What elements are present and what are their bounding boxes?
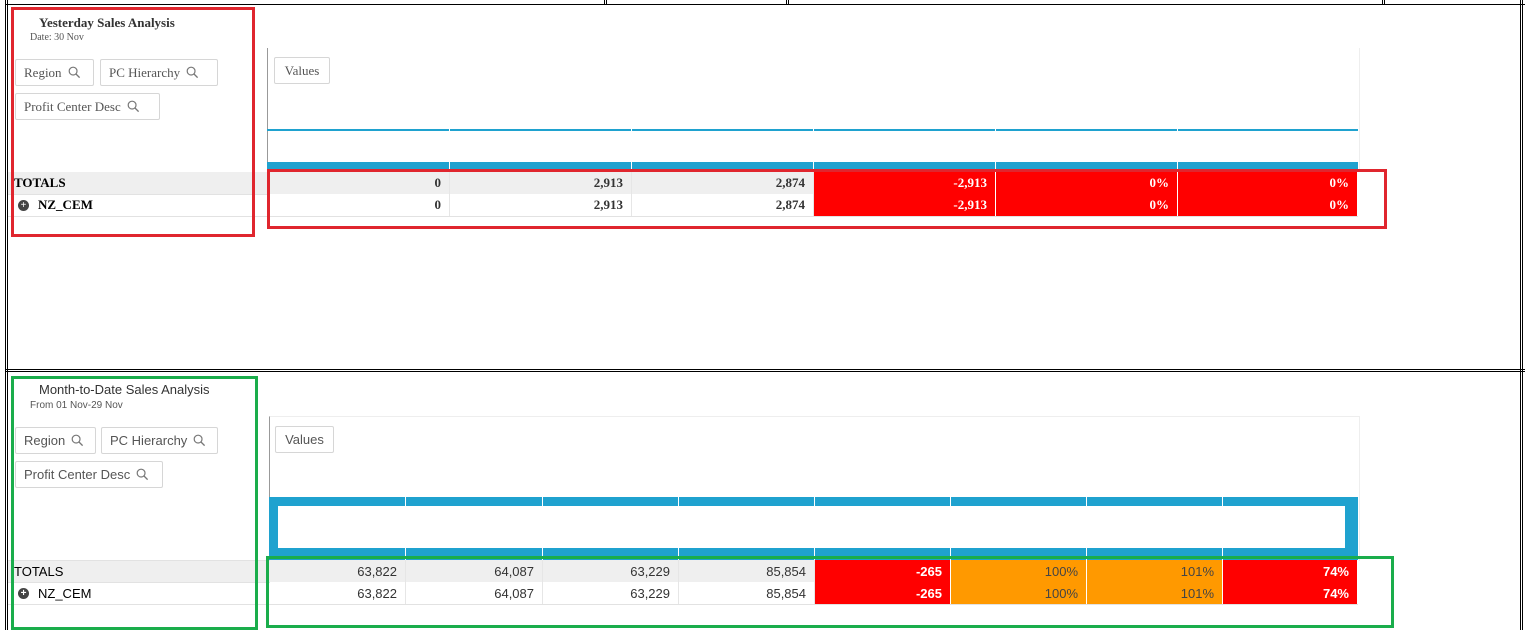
column-separator	[1086, 497, 1087, 506]
values-label: Values	[285, 432, 324, 447]
column-separator	[950, 497, 951, 506]
column-separator	[813, 129, 814, 172]
frame-divider	[788, 0, 789, 5]
column-separator	[542, 497, 543, 506]
annotation-box-right	[266, 556, 1394, 628]
frame-divider	[1384, 0, 1385, 5]
frame-divider	[1522, 0, 1523, 630]
column-separator	[814, 497, 815, 506]
values-label: Values	[284, 62, 320, 78]
column-separator	[449, 129, 450, 172]
column-separator	[678, 497, 679, 506]
header-inset	[278, 506, 1345, 548]
column-separator	[631, 129, 632, 172]
section-divider	[5, 371, 1525, 372]
frame-left-line-inner	[7, 0, 8, 630]
annotation-box-left	[11, 376, 258, 630]
column-separator	[1177, 129, 1178, 172]
column-separator	[1222, 497, 1223, 506]
column-separator	[405, 497, 406, 506]
frame-divider	[1382, 0, 1383, 5]
frame-divider	[604, 0, 605, 5]
values-button[interactable]: Values	[275, 426, 334, 453]
frame-top-line	[5, 4, 1525, 5]
frame-divider	[786, 0, 787, 5]
annotation-box-right	[267, 169, 1387, 229]
column-separator	[995, 129, 996, 172]
frame-left-line	[5, 0, 6, 630]
frame-divider	[1520, 0, 1521, 630]
frame-divider	[606, 0, 607, 5]
section-divider	[5, 369, 1525, 370]
values-button[interactable]: Values	[274, 57, 330, 84]
annotation-box-left	[11, 7, 255, 237]
